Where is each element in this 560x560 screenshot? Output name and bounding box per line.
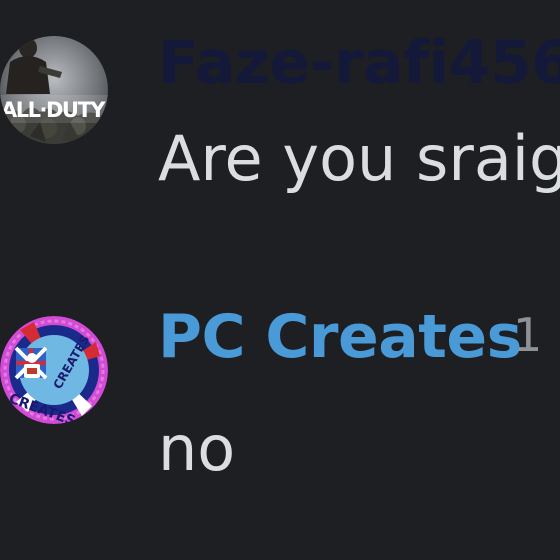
message-content: Are you sraight — [158, 122, 560, 195]
chat-message: CREATES CREATES PC Creates 1 no — [0, 260, 560, 560]
username[interactable]: Faze-rafi456 — [158, 33, 560, 93]
username[interactable]: PC Creates — [158, 307, 522, 367]
pc-creates-badge-icon: CREATES CREATES — [0, 316, 108, 424]
chat-message: ALL·DUTY Faze-rafi456 Are you sraight — [0, 0, 560, 260]
message-timestamp: 1 — [513, 308, 543, 362]
avatar[interactable]: CREATES CREATES — [0, 290, 108, 450]
message-content: no — [158, 412, 236, 485]
call-of-duty-avatar-icon: ALL·DUTY — [0, 36, 108, 144]
svg-text:ALL·DUTY: ALL·DUTY — [1, 98, 106, 122]
chat-message-list: ALL·DUTY Faze-rafi456 Are you sraight — [0, 0, 560, 560]
avatar[interactable]: ALL·DUTY — [0, 10, 108, 170]
